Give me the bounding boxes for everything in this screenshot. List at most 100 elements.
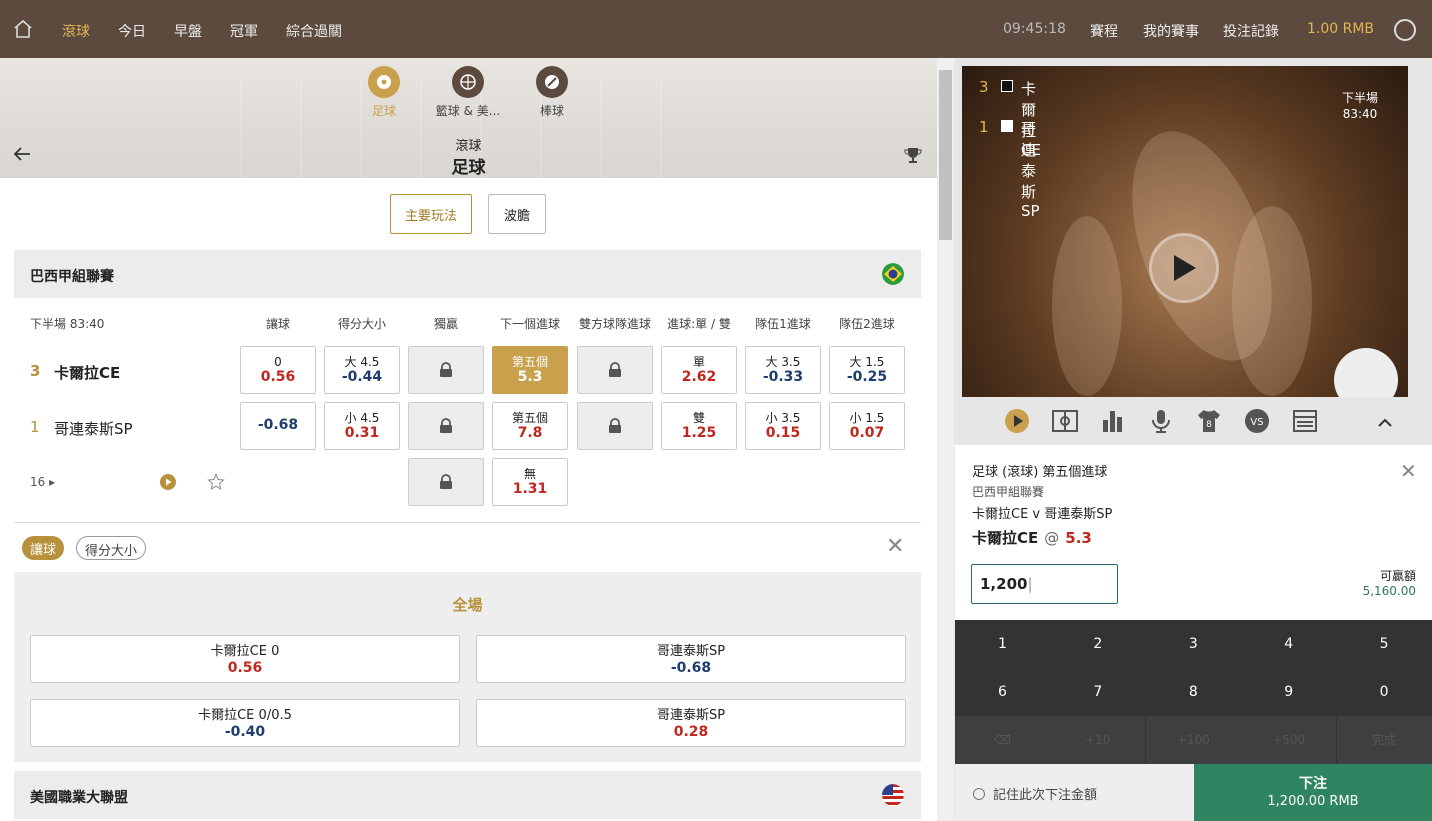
my-events-link[interactable]: 我的賽事 <box>1143 21 1199 41</box>
schedule-link[interactable]: 賽程 <box>1090 21 1118 41</box>
page-title: 足球 <box>451 158 486 178</box>
sport-basketball[interactable]: 籃球 & 美... <box>423 66 513 119</box>
match-status: 下半場 83:40 <box>30 317 105 331</box>
main-panel: 足球 籃球 & 美... 棒球 滾球 足球 主要玩法 波膽 巴西甲組聯賽 下半場… <box>0 58 937 821</box>
odds-cell[interactable]: 雙 1.25 <box>661 402 737 450</box>
odds-option[interactable]: 哥連泰斯SP 0.28 <box>476 699 906 747</box>
lock-icon <box>440 418 452 433</box>
usa-flag-icon <box>882 784 904 806</box>
close-icon[interactable]: ✕ <box>1400 459 1417 483</box>
locked-odds-cell <box>577 402 653 450</box>
sport-header: 足球 籃球 & 美... 棒球 滾球 足球 <box>0 58 937 178</box>
remember-stake-option[interactable]: 記住此次下注金額 <box>955 764 1194 821</box>
nav-today[interactable]: 今日 <box>118 21 146 41</box>
sport-soccer[interactable]: 足球 <box>339 66 429 119</box>
video-player[interactable]: 3 卡爾拉CE 1 哥連泰斯SP 下半場 83:40 <box>962 66 1408 397</box>
keypad-key[interactable]: 1 <box>955 620 1050 668</box>
col-team1-goals: 隊伍1進球 <box>755 317 811 331</box>
clock: 09:45:18 <box>1003 21 1066 37</box>
trophy-icon[interactable] <box>904 146 922 164</box>
keypad-key[interactable]: 8 <box>1146 668 1241 716</box>
live-play-icon[interactable] <box>160 474 176 490</box>
col-over-under: 得分大小 <box>337 317 386 331</box>
odds-cell[interactable]: 小 1.5 0.07 <box>829 402 905 450</box>
lineup-shirt-icon[interactable]: 8 <box>1196 408 1222 434</box>
odds-cell[interactable]: 大 3.5 -0.33 <box>745 346 821 394</box>
chevron-up-icon[interactable] <box>1378 418 1392 428</box>
locked-odds-cell <box>577 346 653 394</box>
tab-correct-score[interactable]: 波膽 <box>488 194 546 234</box>
keypad-key[interactable]: 7 <box>1050 668 1145 716</box>
top-bar: 滾球 今日 早盤 冠軍 綜合過關 09:45:18 賽程 我的賽事 投注記錄 1… <box>0 0 1432 58</box>
league-header[interactable]: 美國職業大聯盟 <box>14 771 921 819</box>
video-clock: 下半場 83:40 <box>1342 91 1379 121</box>
odds-option[interactable]: 卡爾拉CE 0/0.5 -0.40 <box>30 699 460 747</box>
odds-cell[interactable]: 小 3.5 0.15 <box>745 402 821 450</box>
keypad-key[interactable]: 3 <box>1146 620 1241 668</box>
nav-champion[interactable]: 冠軍 <box>230 21 258 41</box>
back-arrow-icon[interactable] <box>12 146 32 162</box>
col-odd-even: 進球:單 / 雙 <box>667 317 731 331</box>
col-next-goal: 下一個進球 <box>499 317 560 331</box>
slip-match: 卡爾拉CE v 哥連泰斯SP <box>972 507 1113 522</box>
odds-cell[interactable]: 第五個 5.3 <box>492 346 568 394</box>
radio-icon <box>973 788 985 800</box>
more-markets-count[interactable]: 16 ▸ <box>30 475 55 489</box>
backspace-icon[interactable]: ⌫ <box>955 716 1050 764</box>
odds-cell[interactable]: 單 2.62 <box>661 346 737 394</box>
keypad-key[interactable]: 6 <box>955 668 1050 716</box>
keypad-key[interactable]: +100 <box>1145 716 1241 764</box>
ball-graphic <box>1334 348 1398 397</box>
stake-input[interactable]: 1,200| <box>971 564 1118 604</box>
odds-cell[interactable]: 無 1.31 <box>492 458 568 506</box>
keypad-key[interactable]: 5 <box>1337 620 1432 668</box>
keypad-key[interactable]: 0 <box>1337 668 1432 716</box>
scoreboard-icon[interactable] <box>1292 408 1318 434</box>
odds-option[interactable]: 卡爾拉CE 0 0.56 <box>30 635 460 683</box>
live-video-icon[interactable] <box>1004 408 1030 434</box>
tab-main-markets[interactable]: 主要玩法 <box>390 194 472 234</box>
odds-cell[interactable]: 0 0.56 <box>240 346 316 394</box>
bet-slip: 足球 (滾球) 第五個進球 巴西甲組聯賽 卡爾拉CE v 哥連泰斯SP 卡爾拉C… <box>955 445 1432 821</box>
keypad-key[interactable]: +500 <box>1241 716 1337 764</box>
avatar-icon[interactable] <box>1394 19 1416 41</box>
keypad-key[interactable]: +10 <box>1050 716 1146 764</box>
league-header[interactable]: 巴西甲組聯賽 <box>14 250 921 298</box>
page-subtitle: 滾球 <box>455 139 482 154</box>
stats-icon[interactable] <box>1100 408 1126 434</box>
head-to-head-icon[interactable]: VS <box>1244 408 1270 434</box>
favorite-star-icon[interactable] <box>207 473 225 491</box>
chip-over-under[interactable]: 得分大小 <box>76 536 147 560</box>
chip-handicap[interactable]: 讓球 <box>22 536 65 560</box>
pitch-icon[interactable] <box>1052 408 1078 434</box>
locked-odds-cell <box>408 402 484 450</box>
keypad-key[interactable]: 2 <box>1050 620 1145 668</box>
slip-selection: 卡爾拉CE @5.3 <box>972 529 1092 547</box>
nav-live[interactable]: 滾球 <box>62 21 90 41</box>
close-icon[interactable]: ✕ <box>886 534 904 559</box>
odds-cell[interactable]: 小 4.5 0.31 <box>324 402 400 450</box>
odds-cell[interactable]: -0.68 <box>240 402 316 450</box>
soccer-icon <box>368 66 400 98</box>
col-handicap: 讓球 <box>265 317 290 331</box>
nav-parlay[interactable]: 綜合過關 <box>286 21 342 41</box>
odds-option[interactable]: 哥連泰斯SP -0.68 <box>476 635 906 683</box>
play-icon[interactable] <box>1149 233 1219 303</box>
commentary-mic-icon[interactable] <box>1148 408 1174 434</box>
odds-cell[interactable]: 第五個 7.8 <box>492 402 568 450</box>
home-icon[interactable] <box>12 18 34 40</box>
brazil-flag-icon <box>882 263 904 285</box>
odds-cell[interactable]: 大 4.5 -0.44 <box>324 346 400 394</box>
nav-early[interactable]: 早盤 <box>174 21 202 41</box>
baseball-icon <box>536 66 568 98</box>
balance: 1.00 RMB <box>1307 21 1375 37</box>
locked-odds-cell <box>408 458 484 506</box>
place-bet-button[interactable]: 下注 1,200.00 RMB <box>1194 764 1432 821</box>
keypad-key[interactable]: 完成 <box>1336 716 1432 764</box>
odds-cell[interactable]: 大 1.5 -0.25 <box>829 346 905 394</box>
keypad-key[interactable]: 4 <box>1241 620 1336 668</box>
sport-baseball[interactable]: 棒球 <box>507 66 597 119</box>
keypad-key[interactable]: 9 <box>1241 668 1336 716</box>
bet-history-link[interactable]: 投注記錄 <box>1223 21 1279 41</box>
scrollbar[interactable] <box>937 58 954 821</box>
